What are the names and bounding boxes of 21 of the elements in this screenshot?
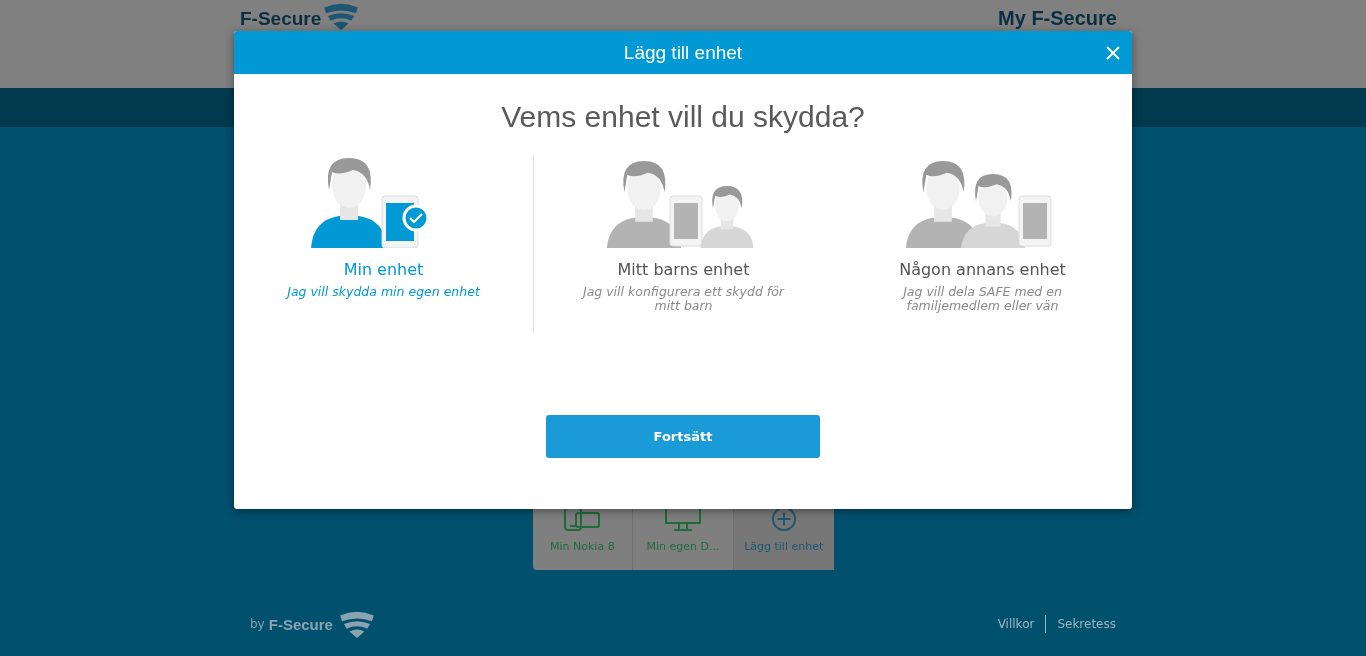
- brand-text: F-Secure: [268, 615, 333, 633]
- dialog-heading: Vems enhet vill du skydda?: [500, 100, 866, 134]
- option-card[interactable]: Mitt barns enhet Jag vill konfigurera ett skydd för mitt barn: [533, 154, 833, 334]
- option-description: Jag vill dela SAFE med en familjemedlem eller vän: [900, 285, 1063, 313]
- continue-button[interactable]: Fortsätt: [546, 415, 820, 458]
- dialog-title: Lägg till enhet: [623, 41, 743, 64]
- close-icon[interactable]: [1106, 46, 1120, 60]
- footer-link[interactable]: Villkor: [997, 617, 1035, 631]
- option-description: Jag vill konfigurera ett skydd för mitt barn: [580, 285, 786, 313]
- option-title: Mitt barns enhet: [617, 260, 750, 279]
- add-icon: [771, 507, 796, 531]
- option-title: Någon annans enhet: [899, 260, 1066, 279]
- phone-icon: [564, 507, 601, 531]
- option-title: Min enhet: [343, 260, 424, 279]
- footer-link[interactable]: Sekretess: [1057, 617, 1116, 631]
- option-card[interactable]: Min enhet Jag vill skydda min egen enhet: [234, 154, 533, 334]
- option-description: Jag vill skydda min egen enhet: [284, 285, 482, 299]
- option-card[interactable]: Någon annans enhet Jag vill dela SAFE med en familjemedlem eller vän: [833, 154, 1132, 334]
- logo-text: F-Secure: [240, 8, 322, 30]
- by-text: by: [250, 617, 265, 631]
- app-title: My F-Secure: [998, 7, 1117, 30]
